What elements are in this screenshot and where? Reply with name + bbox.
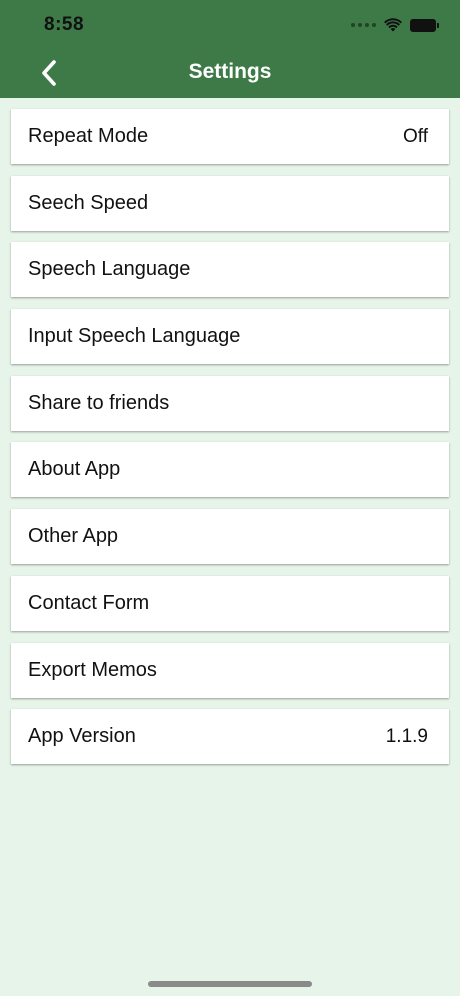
settings-row-share-to-friends[interactable]: Share to friends [11,375,449,431]
settings-row-label: App Version [28,725,136,748]
settings-row-app-version[interactable]: App Version 1.1.9 [11,709,449,765]
status-time: 8:58 [44,14,85,35]
settings-row-contact-form[interactable]: Contact Form [11,575,449,631]
settings-row-export-memos[interactable]: Export Memos [11,642,449,698]
settings-row-other-app[interactable]: Other App [11,509,449,565]
settings-row-label: Export Memos [28,658,157,681]
settings-row-label: Contact Form [28,591,150,614]
settings-row-label: Repeat Mode [28,125,149,147]
settings-row-label: Input Speech Language [28,325,241,348]
cellular-signal-icon [351,23,376,27]
settings-row-label: Share to friends [28,391,170,414]
settings-row-label: About App [28,458,121,481]
battery-icon [410,18,439,32]
wifi-icon [384,18,402,32]
settings-row-speech-speed[interactable]: Seech Speed [11,175,449,231]
settings-row-repeat-mode[interactable]: Repeat Mode Off [11,109,449,164]
settings-row-value: Off [403,125,428,147]
page-title: Settings [188,60,272,83]
settings-row-value: 1.1.9 [385,725,428,747]
settings-row-input-speech-language[interactable]: Input Speech Language [11,309,449,365]
settings-row-about-app[interactable]: About App [11,442,449,498]
settings-row-label: Speech Language [28,258,191,281]
home-indicator[interactable] [148,981,312,987]
settings-row-speech-language[interactable]: Speech Language [11,242,449,298]
settings-row-label: Other App [28,525,119,548]
settings-row-label: Seech Speed [28,191,149,214]
status-icons [351,14,439,36]
navigation-bar: 8:58 Settings [0,0,460,98]
settings-list: Repeat Mode Off Seech Speed Speech Langu… [11,109,449,776]
